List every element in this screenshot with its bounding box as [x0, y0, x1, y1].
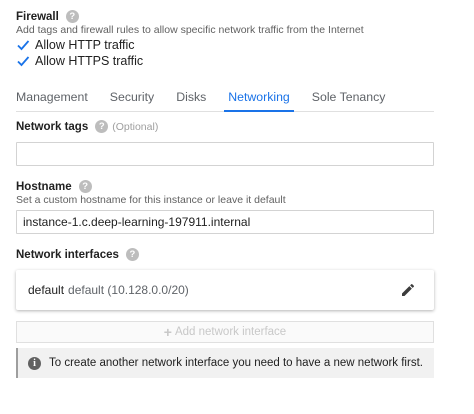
help-icon[interactable]: ? — [65, 10, 79, 23]
plus-icon: + — [163, 324, 172, 340]
checkmark-icon — [17, 40, 30, 51]
allow-https-checkbox[interactable]: Allow HTTPS traffic — [16, 54, 143, 68]
hostname-title: Hostname ? — [16, 180, 92, 193]
info-message: i To create another network interface yo… — [16, 348, 434, 378]
add-network-interface-button[interactable]: + Add network interface — [16, 321, 434, 343]
allow-https-label: Allow HTTPS traffic — [35, 54, 144, 68]
firewall-title-text: Firewall — [16, 10, 59, 23]
tab-bar: Management Security Disks Networking Sol… — [16, 84, 434, 112]
network-interfaces-title: Network interfaces ? — [16, 248, 139, 261]
info-icon: i — [28, 356, 41, 370]
network-tags-title-text: Network tags — [16, 120, 89, 133]
interface-name: default — [28, 283, 65, 297]
hostname-input[interactable] — [16, 210, 434, 234]
network-tags-title: Network tags ? (Optional) — [16, 120, 158, 133]
help-icon[interactable]: ? — [95, 120, 109, 133]
network-interfaces-title-text: Network interfaces — [16, 248, 119, 261]
help-icon[interactable]: ? — [78, 180, 92, 193]
network-tags-input[interactable] — [16, 142, 434, 166]
firewall-description: Add tags and firewall rules to allow spe… — [16, 24, 364, 36]
add-network-interface-label: Add network interface — [174, 326, 287, 338]
firewall-title: Firewall ? — [16, 10, 79, 23]
tab-security[interactable]: Security — [110, 84, 154, 112]
optional-label: (Optional) — [112, 120, 159, 133]
hostname-title-text: Hostname — [16, 180, 72, 193]
tab-networking[interactable]: Networking — [224, 84, 294, 112]
help-icon[interactable]: ? — [125, 248, 139, 261]
hostname-description: Set a custom hostname for this instance … — [16, 194, 286, 206]
interface-detail: default (10.128.0.0/20) — [68, 283, 189, 297]
allow-http-label: Allow HTTP traffic — [35, 38, 135, 52]
edit-pencil-icon[interactable] — [400, 282, 416, 298]
tab-sole-tenancy[interactable]: Sole Tenancy — [312, 84, 386, 112]
info-message-text: To create another network interface you … — [49, 357, 423, 369]
tab-disks[interactable]: Disks — [176, 84, 206, 112]
checkmark-icon — [17, 56, 30, 67]
allow-http-checkbox[interactable]: Allow HTTP traffic — [16, 38, 135, 52]
network-interface-card[interactable]: default default (10.128.0.0/20) — [16, 270, 434, 310]
tab-management[interactable]: Management — [16, 84, 88, 112]
